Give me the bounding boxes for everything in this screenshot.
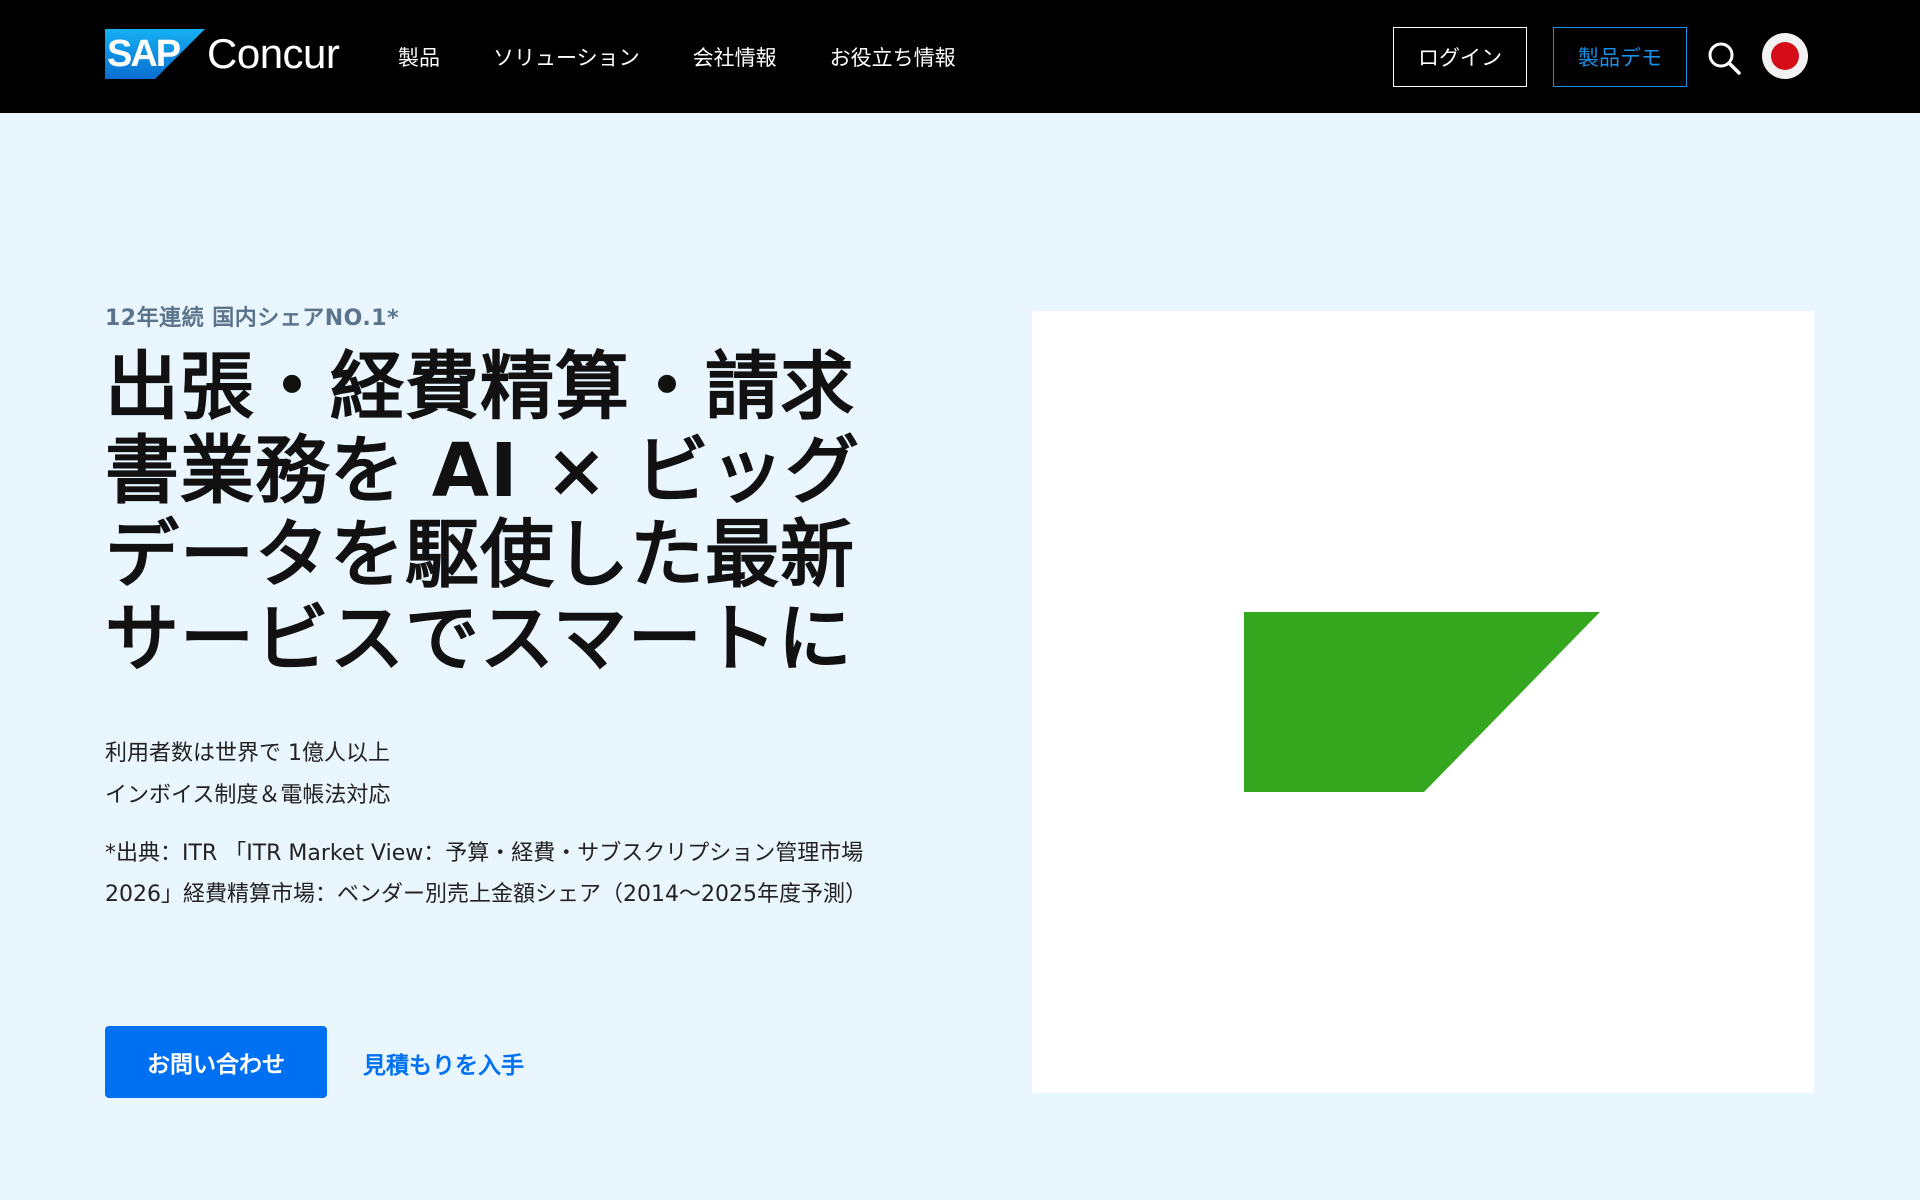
product-demo-button[interactable]: 製品デモ [1553, 27, 1687, 87]
hero-media-card [1032, 311, 1814, 1093]
hero-text: 12年連続 国内シェアNO.1* 出張・経費精算・請求書業務を AI × ビッグ… [105, 300, 905, 681]
nav-item-solutions[interactable]: ソリューション [493, 42, 640, 72]
source-note: *出典：ITR 「ITR Market View：予算・経費・サブスクリプション… [105, 841, 867, 907]
nav-item-resources[interactable]: お役立ち情報 [830, 42, 956, 72]
hero-subtext: 利用者数は世界で 1億人以上 インボイス制度＆電帳法対応 [105, 733, 905, 817]
hero-headline: 出張・経費精算・請求書業務を AI × ビッグデータを駆使した最新サービスでスマ… [105, 344, 861, 682]
login-button[interactable]: ログイン [1393, 27, 1527, 87]
nav-item-products[interactable]: 製品 [398, 42, 440, 72]
green-shape-graphic [1244, 612, 1600, 792]
japan-flag-icon [1771, 42, 1799, 70]
hero-subtext-line: インボイス制度＆電帳法対応 [105, 783, 391, 808]
site-header: SAP Concur 製品 ソリューション 会社情報 お役立ち情報 ログイン 製… [0, 0, 1920, 113]
search-icon[interactable] [1706, 40, 1742, 76]
contact-button[interactable]: お問い合わせ [105, 1026, 327, 1098]
hero-eyebrow: 12年連続 国内シェアNO.1* [105, 306, 400, 331]
main-nav: 製品 ソリューション 会社情報 お役立ち情報 [398, 0, 956, 113]
sap-logo-badge: SAP [105, 29, 205, 79]
region-selector-button[interactable] [1762, 33, 1808, 79]
hero-subtext-line: 利用者数は世界で 1億人以上 [105, 741, 390, 766]
sap-concur-logo[interactable]: SAP Concur [105, 29, 340, 79]
concur-wordmark: Concur [207, 30, 340, 77]
get-quote-link[interactable]: 見積もりを入手 [363, 1046, 524, 1080]
nav-item-company[interactable]: 会社情報 [693, 42, 777, 72]
